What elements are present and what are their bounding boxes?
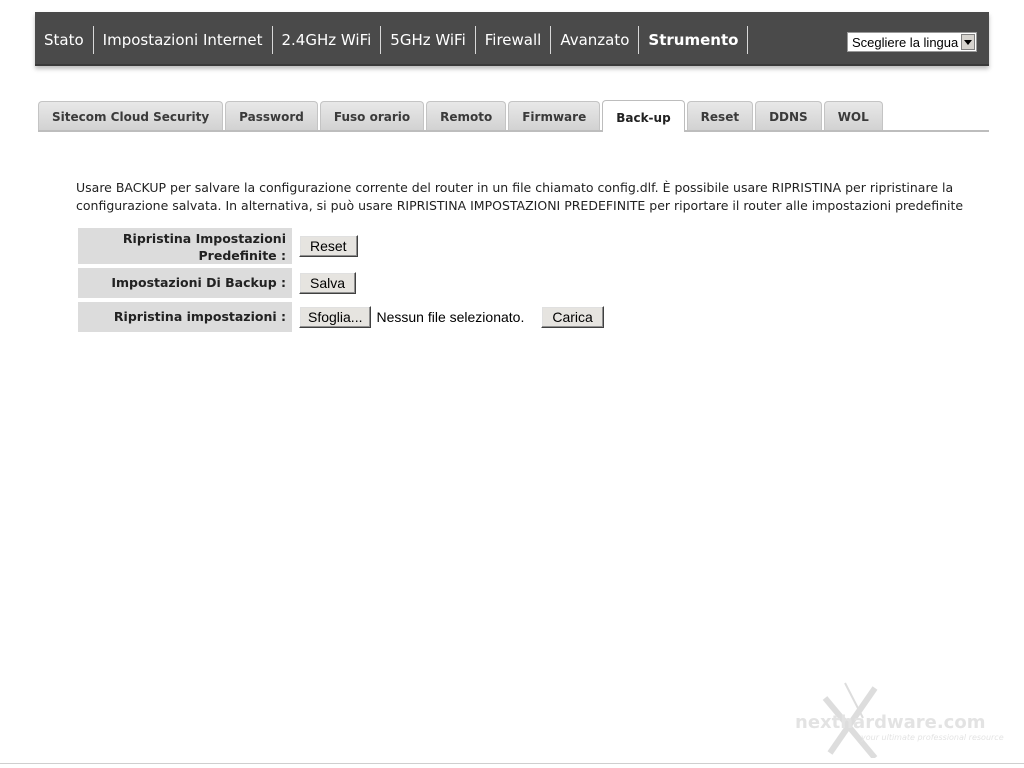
reset-button[interactable]: Reset [299, 235, 358, 257]
nav-item-2-4ghz-wifi[interactable]: 2.4GHz WiFi [273, 26, 382, 54]
file-status-text: Nessun file selezionato. [376, 309, 525, 325]
nav-item-firewall[interactable]: Firewall [476, 26, 552, 54]
chevron-down-icon[interactable] [961, 34, 975, 50]
save-backup-button[interactable]: Salva [299, 272, 357, 294]
tab-password[interactable]: Password [225, 101, 318, 130]
nav-item-5ghz-wifi[interactable]: 5GHz WiFi [381, 26, 476, 54]
language-select[interactable]: Scegliere la lingua [847, 32, 977, 52]
tab-remoto[interactable]: Remoto [426, 101, 507, 130]
backup-settings-table: Ripristina Impostazioni Predefinite : Re… [78, 228, 604, 336]
tool-tabs: Sitecom Cloud Security Password Fuso ora… [38, 99, 989, 132]
tab-wol[interactable]: WOL [823, 101, 883, 130]
watermark: nexthardware.com your ultimate professio… [795, 678, 1010, 758]
restore-row: Ripristina impostazioni : Sfoglia... Nes… [78, 302, 604, 332]
bottom-divider [0, 763, 1024, 764]
reset-defaults-row: Ripristina Impostazioni Predefinite : Re… [78, 228, 604, 264]
nav-item-strumento[interactable]: Strumento [639, 26, 749, 54]
tab-sitecom-cloud-security[interactable]: Sitecom Cloud Security [38, 101, 224, 130]
restore-cell: Sfoglia... Nessun file selezionato. Cari… [292, 306, 604, 328]
upload-button[interactable]: Carica [541, 306, 604, 328]
tab-ddns[interactable]: DDNS [755, 101, 822, 130]
watermark-text: nexthardware.com [795, 712, 986, 733]
nav-item-stato[interactable]: Stato [35, 26, 94, 54]
backup-cell: Salva [292, 272, 357, 294]
reset-defaults-label: Ripristina Impostazioni Predefinite : [78, 228, 292, 264]
tab-fuso-orario[interactable]: Fuso orario [319, 101, 425, 130]
tab-back-up[interactable]: Back-up [602, 100, 685, 132]
tab-reset[interactable]: Reset [686, 101, 754, 130]
backup-label: Impostazioni Di Backup : [78, 268, 292, 298]
tab-firmware[interactable]: Firmware [508, 101, 601, 130]
nav-item-avanzato[interactable]: Avanzato [551, 26, 640, 54]
watermark-tagline: your ultimate professional resource [861, 733, 1004, 742]
language-select-value: Scegliere la lingua [852, 34, 959, 50]
browse-file-button[interactable]: Sfoglia... [299, 306, 372, 328]
backup-row: Impostazioni Di Backup : Salva [78, 268, 604, 298]
main-menu: Stato Impostazioni Internet 2.4GHz WiFi … [35, 26, 749, 54]
backup-description: Usare BACKUP per salvare la configurazio… [76, 180, 964, 213]
restore-label: Ripristina impostazioni : [78, 302, 292, 332]
nav-item-impostazioni-internet[interactable]: Impostazioni Internet [94, 26, 273, 54]
top-navigation-bar: Stato Impostazioni Internet 2.4GHz WiFi … [35, 12, 989, 66]
reset-defaults-cell: Reset [292, 235, 358, 257]
